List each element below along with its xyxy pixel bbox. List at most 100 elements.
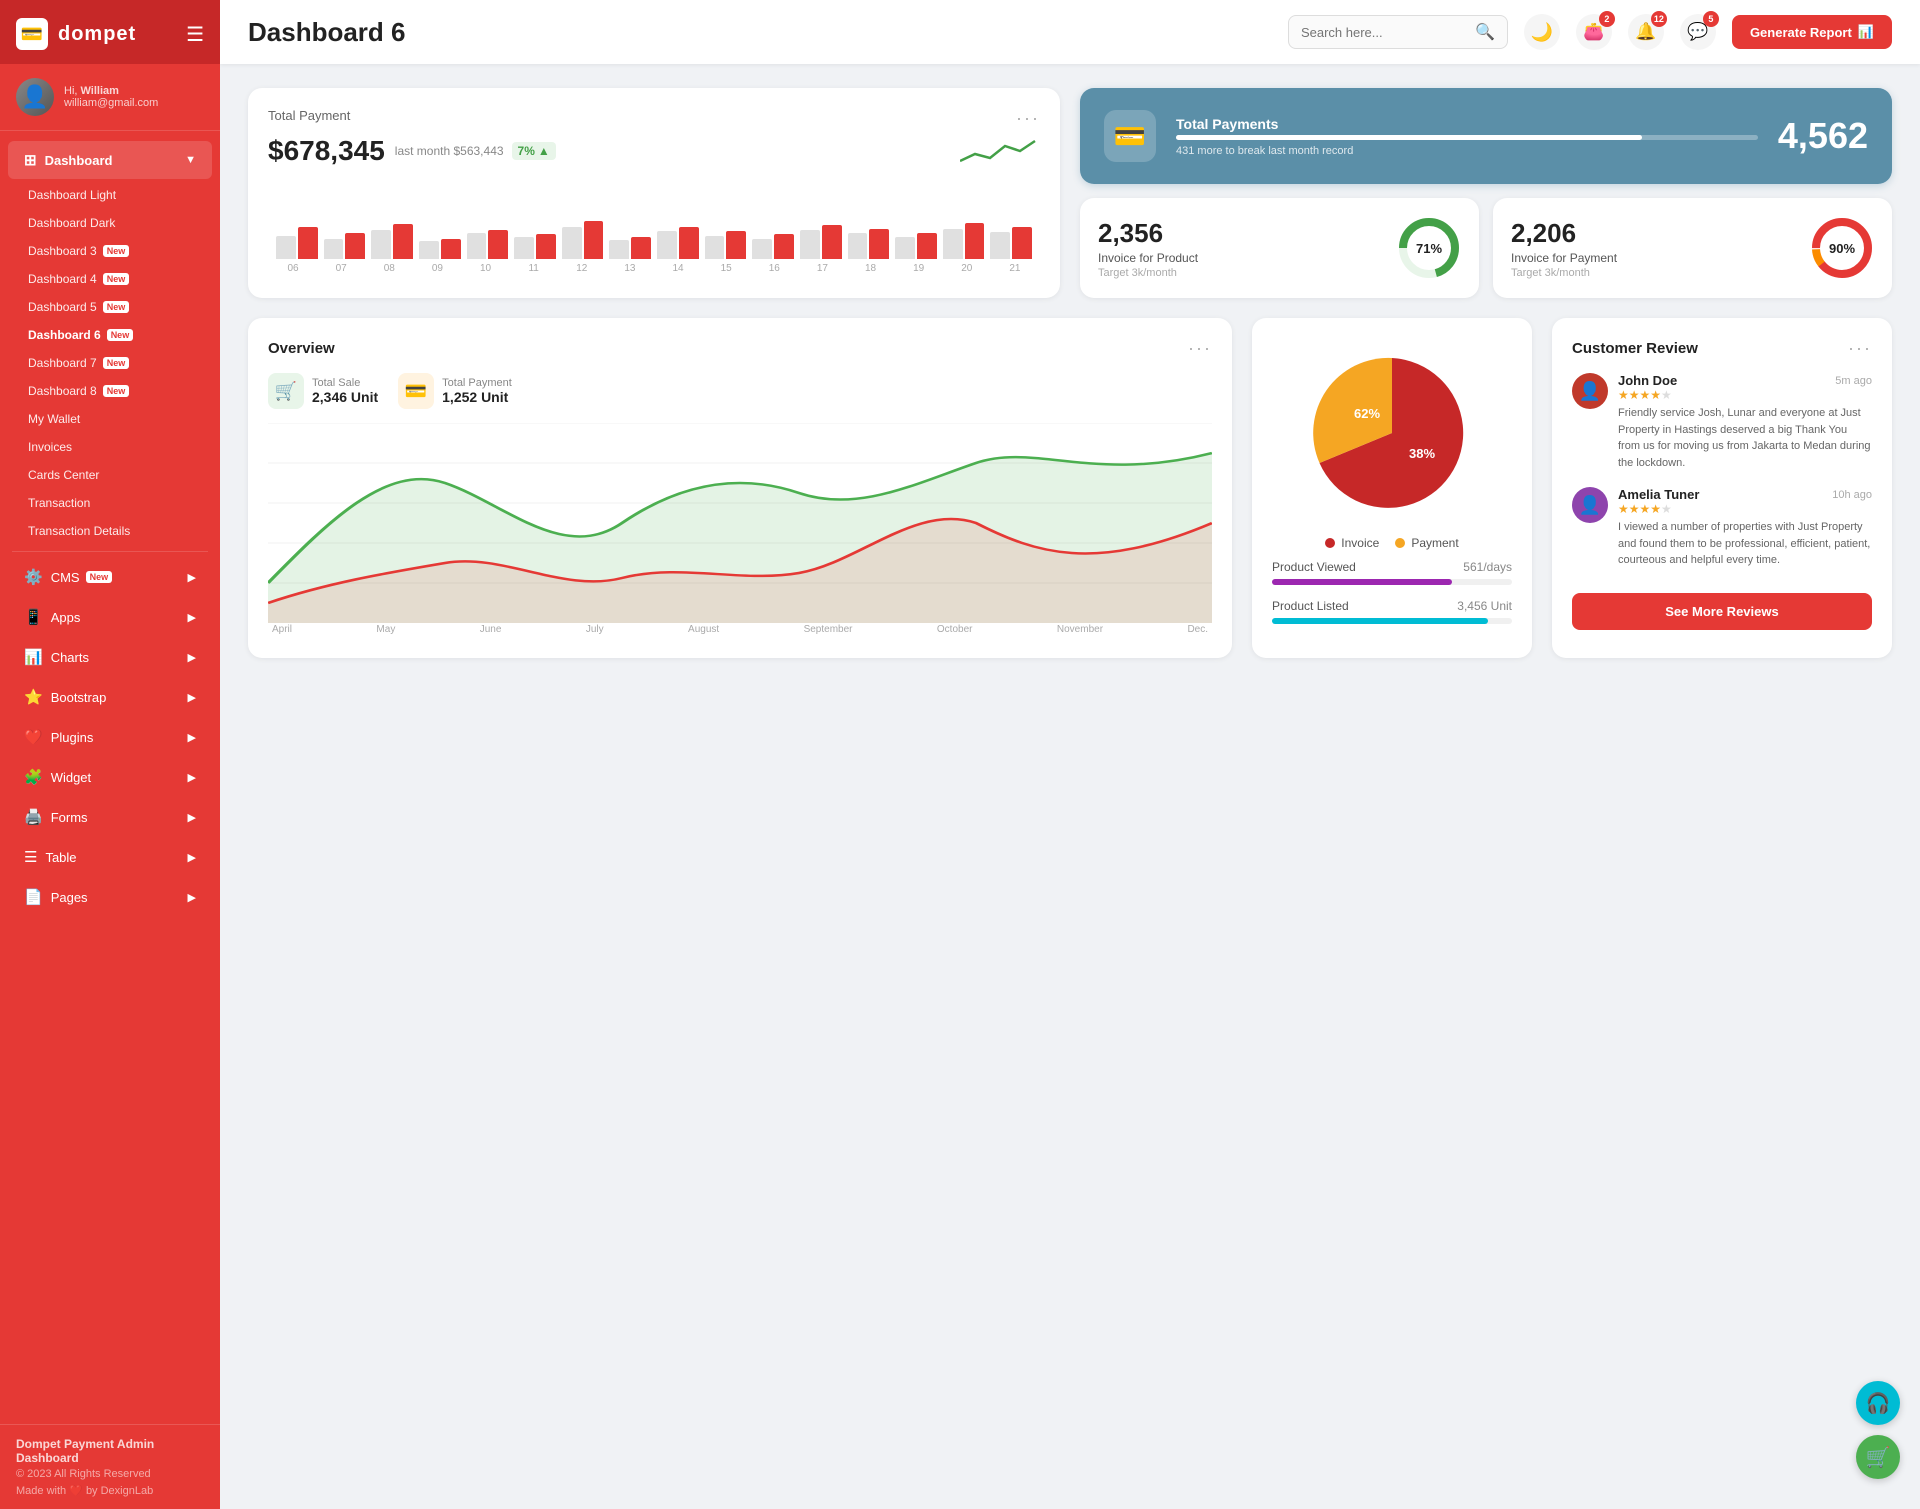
bar-gray-3	[419, 241, 439, 259]
bar-labels: 06070809101112131415161718192021	[272, 263, 1036, 274]
search-input[interactable]	[1301, 25, 1469, 40]
sidebar-item-cards-center[interactable]: Cards Center	[0, 461, 220, 489]
bar-label-0: 06	[272, 263, 314, 274]
stat-total-sale: 🛒 Total Sale 2,346 Unit	[268, 373, 378, 409]
product-listed-fill	[1272, 618, 1488, 624]
sidebar-item-bootstrap[interactable]: ⭐ Bootstrap ▶	[8, 678, 212, 716]
bar-group-4	[467, 230, 509, 259]
sidebar-item-plugins[interactable]: ❤️ Plugins ▶	[8, 718, 212, 756]
sidebar-item-dashboard-7[interactable]: Dashboard 7New	[0, 349, 220, 377]
bar-label-9: 15	[705, 263, 747, 274]
bar-red-7	[631, 237, 651, 259]
sidebar-item-invoices[interactable]: Invoices	[0, 433, 220, 461]
bar-group-10	[752, 234, 794, 259]
bar-red-15	[1012, 227, 1032, 259]
page-title: Dashboard 6	[248, 17, 1272, 48]
invoice-product-number: 2,356	[1098, 218, 1198, 249]
bar-gray-5	[514, 237, 534, 259]
invoice-payment-pct: 90%	[1829, 241, 1855, 256]
cart-fab[interactable]: 🛒	[1856, 1435, 1900, 1479]
bar-chart	[272, 179, 1036, 259]
search-wrap: 🔍	[1288, 15, 1508, 49]
sidebar-item-cms[interactable]: ⚙️ CMS New ▶	[8, 558, 212, 596]
bar-gray-0	[276, 236, 296, 259]
invoice-payment-label: Invoice for Payment	[1511, 251, 1617, 265]
review-item-1: 👤 John Doe 5m ago ★★★★★ Friendly service…	[1572, 373, 1872, 471]
avatar: 👤	[16, 78, 54, 116]
total-payment-menu[interactable]: ···	[1016, 108, 1040, 129]
bar-group-7	[609, 237, 651, 259]
invoice-payment-target: Target 3k/month	[1511, 267, 1617, 279]
review-time-2: 10h ago	[1832, 489, 1872, 501]
sidebar-item-dashboard-5[interactable]: Dashboard 5New	[0, 293, 220, 321]
invoice-product-donut: 71%	[1397, 216, 1461, 280]
support-fab[interactable]: 🎧	[1856, 1381, 1900, 1425]
bar-gray-6	[562, 227, 582, 259]
bar-red-2	[393, 224, 413, 259]
chat-btn[interactable]: 💬 5	[1680, 14, 1716, 50]
review-name-1: John Doe	[1618, 373, 1677, 388]
hamburger-icon[interactable]: ☰	[186, 22, 204, 47]
sidebar-item-charts[interactable]: 📊 Charts ▶	[8, 638, 212, 676]
wallet-btn[interactable]: 👛 2	[1576, 14, 1612, 50]
legend-payment: Payment	[1395, 536, 1458, 550]
bar-group-6	[562, 221, 604, 259]
review-avatar-2: 👤	[1572, 487, 1608, 523]
pie-card: 38% 62% Invoice Payment	[1252, 318, 1532, 658]
sidebar-footer: Dompet Payment Admin Dashboard © 2023 Al…	[0, 1424, 220, 1509]
invoice-product-label: Invoice for Product	[1098, 251, 1198, 265]
sidebar-item-dashboard-dark[interactable]: Dashboard Dark	[0, 209, 220, 237]
review-menu[interactable]: ···	[1848, 338, 1872, 359]
bar-group-1	[324, 233, 366, 259]
bar-group-12	[848, 229, 890, 259]
review-text-2: I viewed a number of properties with Jus…	[1618, 519, 1872, 569]
wallet-badge: 2	[1599, 11, 1615, 27]
sidebar-item-dashboard-8[interactable]: Dashboard 8New	[0, 377, 220, 405]
invoice-product-pct: 71%	[1416, 241, 1442, 256]
bar-gray-15	[990, 232, 1010, 259]
bell-btn[interactable]: 🔔 12	[1628, 14, 1664, 50]
sidebar-item-dashboard-4[interactable]: Dashboard 4New	[0, 265, 220, 293]
total-payment-last-month: last month $563,443	[395, 144, 504, 158]
bar-group-2	[371, 224, 413, 259]
theme-toggle-btn[interactable]: 🌙	[1524, 14, 1560, 50]
sidebar-item-dashboard-3[interactable]: Dashboard 3New	[0, 237, 220, 265]
bar-red-6	[584, 221, 604, 259]
brand-name: dompet	[58, 23, 136, 46]
sidebar-item-dashboard-6[interactable]: Dashboard 6New	[0, 321, 220, 349]
sidebar-item-pages[interactable]: 📄 Pages ▶	[8, 878, 212, 916]
sidebar-item-transaction[interactable]: Transaction	[0, 489, 220, 517]
legend-payment-dot	[1395, 538, 1405, 548]
sidebar-item-apps[interactable]: 📱 Apps ▶	[8, 598, 212, 636]
sidebar-item-dashboard-light[interactable]: Dashboard Light	[0, 181, 220, 209]
review-name-2: Amelia Tuner	[1618, 487, 1699, 502]
overview-menu[interactable]: ···	[1188, 338, 1212, 359]
sidebar-item-forms[interactable]: 🖨️ Forms ▶	[8, 798, 212, 836]
sidebar-item-my-wallet[interactable]: My Wallet	[0, 405, 220, 433]
search-icon: 🔍	[1475, 22, 1495, 42]
bar-gray-8	[657, 231, 677, 259]
bar-group-14	[943, 223, 985, 259]
sidebar-item-table[interactable]: ☰ Table ▶	[8, 838, 212, 876]
invoice-product-card: 2,356 Invoice for Product Target 3k/mont…	[1080, 198, 1479, 298]
bar-group-11	[800, 225, 842, 259]
bar-label-12: 18	[850, 263, 892, 274]
bar-gray-2	[371, 230, 391, 259]
blue-card-icon: 💳	[1104, 110, 1156, 162]
sidebar-item-widget[interactable]: 🧩 Widget ▶	[8, 758, 212, 796]
bar-group-9	[705, 231, 747, 259]
sidebar-dashboard-header[interactable]: ⊞ Dashboard ▼	[8, 141, 212, 179]
bottom-row: Overview ··· 🛒 Total Sale 2,346 Unit 💳	[248, 318, 1892, 658]
sidebar-item-transaction-details[interactable]: Transaction Details	[0, 517, 220, 545]
overview-title: Overview	[268, 340, 335, 357]
review-item-2: 👤 Amelia Tuner 10h ago ★★★★★ I viewed a …	[1572, 487, 1872, 569]
see-more-reviews-button[interactable]: See More Reviews	[1572, 593, 1872, 630]
bar-label-15: 21	[994, 263, 1036, 274]
bar-label-4: 10	[465, 263, 507, 274]
sparkline	[960, 136, 1040, 166]
review-text-1: Friendly service Josh, Lunar and everyon…	[1618, 405, 1872, 471]
generate-report-button[interactable]: Generate Report 📊	[1732, 15, 1892, 49]
bar-gray-1	[324, 239, 344, 259]
bar-red-9	[726, 231, 746, 259]
content-area: Total Payment ··· $678,345 last month $5…	[220, 64, 1920, 1509]
